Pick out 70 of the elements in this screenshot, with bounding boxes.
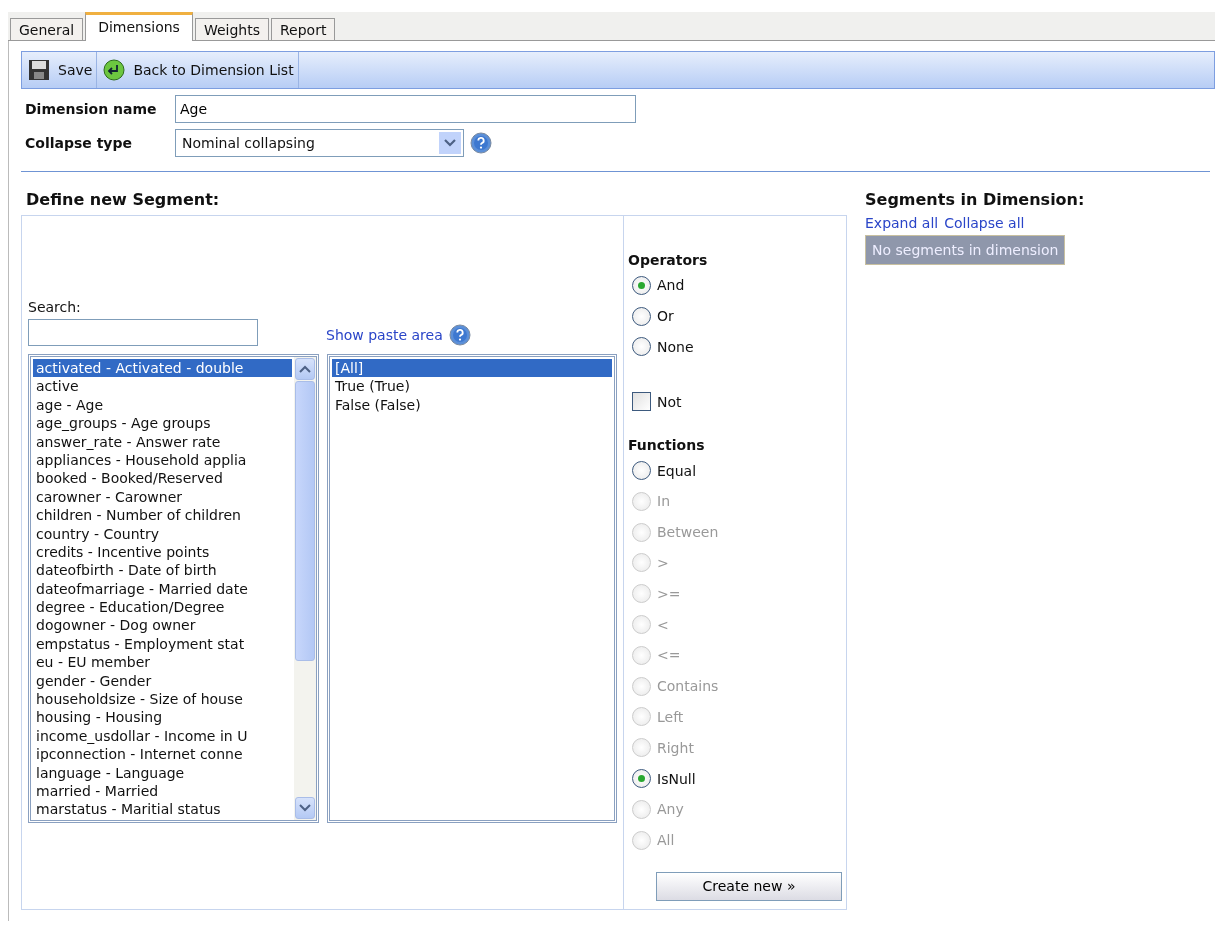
operators-heading: Operators xyxy=(628,252,709,268)
dimension-name-field[interactable]: Age xyxy=(175,95,636,123)
list-item[interactable]: age - Age xyxy=(33,395,292,415)
create-new-button[interactable]: Create new » xyxy=(656,871,842,901)
radio-icon[interactable] xyxy=(632,275,651,295)
save-button[interactable]: Save xyxy=(22,52,98,88)
functions-heading: Functions xyxy=(628,437,706,454)
radio-option[interactable]: IsNull xyxy=(628,763,842,794)
list-item[interactable]: income_usdollar - Income in U xyxy=(33,726,292,746)
radio-icon[interactable] xyxy=(632,306,651,326)
scroll-down-button[interactable] xyxy=(295,797,315,819)
tab[interactable]: Dimensions xyxy=(85,12,193,41)
back-button[interactable]: Back to Dimension List xyxy=(97,52,299,88)
list-item[interactable]: gender - Gender xyxy=(33,671,292,691)
scroll-up-button[interactable] xyxy=(295,358,315,380)
tab[interactable]: General xyxy=(10,18,84,40)
list-item[interactable]: eu - EU member xyxy=(33,653,292,672)
field-label: Collapse type xyxy=(24,135,133,151)
list-item[interactable]: [All] xyxy=(332,359,612,378)
help-icon[interactable] xyxy=(470,132,492,154)
list-item[interactable]: answer_rate - Answer rate xyxy=(33,432,292,451)
search-label: Search: xyxy=(28,299,81,315)
search-field[interactable] xyxy=(28,319,258,346)
list-item[interactable]: appliances - Household applia xyxy=(33,450,292,470)
scrollbar[interactable] xyxy=(294,357,316,820)
list-item[interactable]: activated - Activated - double xyxy=(33,359,292,378)
list-item[interactable]: marstatus - Maritial status xyxy=(33,800,292,819)
list-item[interactable]: housing - Housing xyxy=(33,708,292,727)
list-item[interactable]: language - Language xyxy=(33,763,292,782)
caret-up-icon xyxy=(299,365,311,373)
empty-message: No segments in dimension xyxy=(865,235,1066,265)
show-paste-area-link[interactable]: Show paste area xyxy=(326,327,443,343)
checkbox-icon[interactable] xyxy=(632,392,651,412)
list-item[interactable]: booked - Booked/Reserved xyxy=(33,469,292,488)
collapse-all-link[interactable]: Collapse all xyxy=(944,215,1025,231)
tab[interactable]: Report xyxy=(271,18,336,40)
list-item[interactable]: dogowner - Dog owner xyxy=(33,616,292,635)
list-item[interactable]: True (True) xyxy=(332,377,612,396)
radio-option[interactable]: And xyxy=(628,270,842,301)
radio-icon[interactable] xyxy=(632,769,651,789)
section-heading: Segments in Dimension: xyxy=(865,190,1085,209)
list-item[interactable]: children - Number of children xyxy=(33,506,292,525)
expand-all-link[interactable]: Expand all xyxy=(865,215,939,231)
value-list[interactable]: [All] True (True) False (False) xyxy=(327,354,617,823)
list-item[interactable]: age_groups - Age groups xyxy=(33,414,292,433)
radio-icon[interactable] xyxy=(632,461,651,481)
tab[interactable]: Weights xyxy=(194,18,269,40)
list-item[interactable]: active xyxy=(33,377,292,396)
list-item[interactable]: dateofbirth - Date of birth xyxy=(33,561,292,580)
radio-option[interactable]: Equal xyxy=(628,455,842,486)
field-label: Dimension name xyxy=(24,101,158,117)
list-item[interactable]: country - Country xyxy=(33,524,292,543)
list-item[interactable]: False (False) xyxy=(332,395,612,415)
list-item[interactable]: credits - Incentive points xyxy=(33,542,292,562)
help-icon[interactable] xyxy=(448,324,471,346)
radio-option[interactable]: Or xyxy=(628,300,842,332)
list-item[interactable]: empstatus - Employment stat xyxy=(33,634,292,654)
list-item[interactable]: carowner - Carowner xyxy=(33,487,292,507)
radio-option[interactable]: None xyxy=(628,331,842,363)
section-heading: Define new Segment: xyxy=(25,190,221,209)
list-item[interactable]: degree - Education/Degree xyxy=(33,598,292,617)
list-item[interactable]: dateofmarriage - Married date xyxy=(33,579,292,599)
variable-list[interactable] xyxy=(28,354,319,823)
list-item[interactable]: householdsize - Size of house xyxy=(33,690,292,709)
checkbox-option[interactable]: Not xyxy=(628,386,842,418)
caret-down-icon xyxy=(299,804,311,812)
collapse-type-dropdown[interactable]: Nominal collapsing xyxy=(175,129,464,157)
list-item[interactable]: ipconnection - Internet conne xyxy=(33,745,292,764)
list-item[interactable]: married - Married xyxy=(33,782,292,801)
radio-icon[interactable] xyxy=(632,337,651,357)
